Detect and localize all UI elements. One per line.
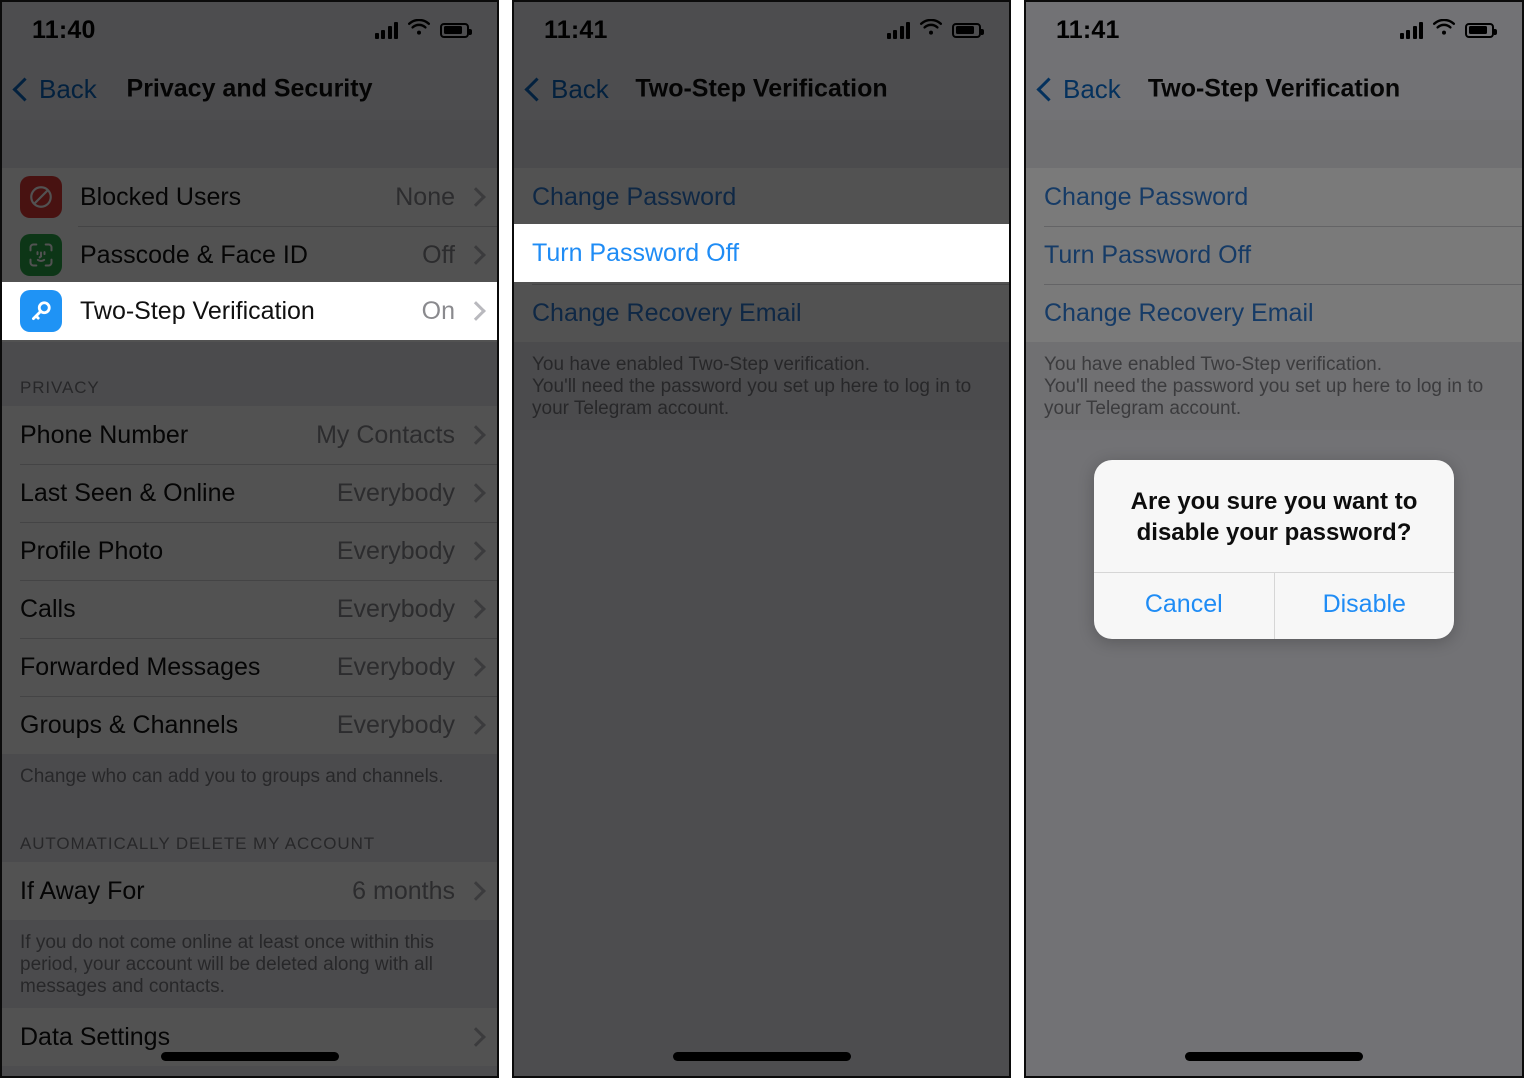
link-change-password[interactable]: Change Password <box>514 168 1009 226</box>
row-value: Off <box>422 240 455 269</box>
chevron-right-icon <box>466 483 486 503</box>
status-bar-2: 11:41 <box>514 2 1009 58</box>
phone-panel-privacy-security: 11:40 Back Privacy and Security Blocked … <box>0 0 499 1078</box>
alert-backdrop: Are you sure you want to disable your pa… <box>1026 2 1522 1076</box>
auto-delete-footer-note: If you do not come online at least once … <box>2 920 497 1008</box>
cellular-bars-icon <box>886 21 910 39</box>
row-forwarded-messages[interactable]: Forwarded Messages Everybody <box>2 638 497 696</box>
highlight-turn-password-off[interactable]: Turn Password Off <box>514 224 1009 282</box>
battery-icon <box>440 22 472 38</box>
row-value: 6 months <box>352 876 455 905</box>
list-top-gap <box>2 120 497 168</box>
chevron-right-icon <box>466 187 486 207</box>
row-label: Passcode & Face ID <box>80 240 308 269</box>
nav-bar-2: Back Two-Step Verification <box>514 58 1009 120</box>
phone-panel-disable-confirm: 11:41 Back Two-Step Verification Change … <box>1024 0 1524 1078</box>
two-step-key-icon <box>20 290 62 332</box>
page-title: Two-Step Verification <box>635 74 888 103</box>
settings-list-1: Blocked Users None Passcode & Face ID Of… <box>2 120 497 1076</box>
chevron-right-icon <box>466 881 486 901</box>
row-label: Data Settings <box>20 1022 171 1051</box>
row-label: Phone Number <box>20 420 189 449</box>
row-value: Everybody <box>336 594 455 623</box>
screen-1: 11:40 Back Privacy and Security Blocked … <box>2 2 497 1076</box>
row-value: Everybody <box>336 710 455 739</box>
chevron-right-icon <box>466 599 486 619</box>
blocked-users-icon <box>20 176 62 218</box>
row-if-away-for[interactable]: If Away For 6 months <box>2 862 497 920</box>
row-value: Everybody <box>336 478 455 507</box>
status-time: 11:41 <box>544 15 608 44</box>
cancel-button[interactable]: Cancel <box>1094 573 1274 639</box>
auto-delete-section-header: AUTOMATICALLY DELETE MY ACCOUNT <box>2 798 497 862</box>
disable-password-alert: Are you sure you want to disable your pa… <box>1094 460 1454 639</box>
list-top-gap <box>514 120 1009 168</box>
row-last-seen-online[interactable]: Last Seen & Online Everybody <box>2 464 497 522</box>
wifi-icon <box>407 18 431 42</box>
row-label: Blocked Users <box>80 182 242 211</box>
status-bar-1: 11:40 <box>2 2 497 58</box>
alert-actions: Cancel Disable <box>1094 572 1454 639</box>
status-icons <box>886 18 984 42</box>
row-label: Calls <box>20 594 76 623</box>
privacy-footer-note: Change who can add you to groups and cha… <box>2 754 497 798</box>
row-value: Everybody <box>336 536 455 565</box>
status-time: 11:40 <box>32 15 96 44</box>
row-passcode-face-id[interactable]: Passcode & Face ID Off <box>2 226 497 284</box>
screen-2: 11:41 Back Two-Step Verification Change … <box>514 2 1009 1076</box>
row-label: Forwarded Messages <box>20 652 261 681</box>
row-label: Groups & Channels <box>20 710 239 739</box>
row-value: My Contacts <box>316 420 455 449</box>
privacy-group: Phone Number My Contacts Last Seen & Onl… <box>2 406 497 754</box>
chevron-right-icon <box>466 301 486 321</box>
chevron-right-icon <box>466 541 486 561</box>
link-change-recovery-email[interactable]: Change Recovery Email <box>514 284 1009 342</box>
disable-button[interactable]: Disable <box>1273 573 1455 639</box>
row-label: Last Seen & Online <box>20 478 236 507</box>
row-phone-number[interactable]: Phone Number My Contacts <box>2 406 497 464</box>
row-value: On <box>421 296 455 325</box>
row-groups-channels[interactable]: Groups & Channels Everybody <box>2 696 497 754</box>
three-panel-screenshot: 11:40 Back Privacy and Security Blocked … <box>0 0 1524 1078</box>
row-value: None <box>395 182 455 211</box>
two-step-footer-note: You have enabled Two-Step verification. … <box>514 342 1009 430</box>
nav-bar-1: Back Privacy and Security <box>2 58 497 120</box>
home-indicator <box>160 1052 339 1061</box>
page-title: Privacy and Security <box>126 74 373 103</box>
chevron-right-icon <box>466 425 486 445</box>
alert-title: Are you sure you want to disable your pa… <box>1130 488 1418 546</box>
privacy-section-header: PRIVACY <box>2 342 497 406</box>
cellular-bars-icon <box>374 21 398 39</box>
row-profile-photo[interactable]: Profile Photo Everybody <box>2 522 497 580</box>
battery-icon <box>952 22 984 38</box>
chevron-right-icon <box>466 1027 486 1047</box>
chevron-right-icon <box>466 245 486 265</box>
row-label: If Away For <box>20 876 145 905</box>
row-label: Two-Step Verification <box>80 296 315 325</box>
row-value: Everybody <box>336 652 455 681</box>
wifi-icon <box>919 18 943 42</box>
phone-panel-two-step-verification: 11:41 Back Two-Step Verification Change … <box>512 0 1011 1078</box>
status-icons <box>374 18 472 42</box>
chevron-right-icon <box>466 657 486 677</box>
auto-delete-group: If Away For 6 months <box>2 862 497 920</box>
screen-3: 11:41 Back Two-Step Verification Change … <box>1026 2 1522 1076</box>
link-turn-password-off-highlighted[interactable]: Turn Password Off <box>514 224 1009 282</box>
home-indicator <box>672 1052 851 1061</box>
row-calls[interactable]: Calls Everybody <box>2 580 497 638</box>
chevron-right-icon <box>466 715 486 735</box>
row-two-step-verification-highlighted[interactable]: Two-Step Verification On <box>2 282 497 340</box>
row-blocked-users[interactable]: Blocked Users None <box>2 168 497 226</box>
highlight-two-step-verification[interactable]: Two-Step Verification On <box>2 282 497 340</box>
face-id-icon <box>20 234 62 276</box>
row-label: Profile Photo <box>20 536 164 565</box>
